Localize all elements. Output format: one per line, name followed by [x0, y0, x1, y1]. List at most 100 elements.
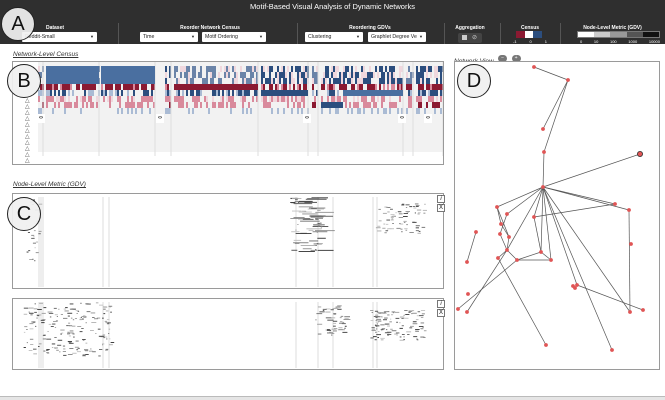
census-scroll-button[interactable]: ‹› — [156, 114, 164, 123]
gdv-cluster-select[interactable]: Clustering ▼ — [305, 32, 363, 42]
heatmap-cell — [325, 78, 327, 84]
gdv-heatmap-2[interactable] — [15, 300, 435, 370]
census-scroll-button[interactable]: ‹› — [398, 114, 406, 123]
gdv-cell — [387, 314, 390, 316]
heatmap-cell — [369, 66, 371, 72]
gdv-cell — [69, 330, 74, 332]
gdv-cell — [320, 226, 323, 228]
graph-node[interactable] — [507, 235, 511, 239]
bottom-scrollbar[interactable] — [0, 396, 665, 400]
heatmap-cell — [202, 78, 204, 84]
graph-node[interactable] — [495, 205, 499, 209]
graph-node[interactable] — [566, 78, 570, 82]
graph-node[interactable] — [456, 307, 460, 311]
census-scroll-button[interactable]: ‹› — [424, 114, 432, 123]
graph-node[interactable] — [505, 248, 509, 252]
heatmap-cell — [333, 72, 335, 78]
graph-node[interactable] — [575, 283, 579, 287]
heatmap-cell — [440, 96, 442, 102]
graph-node[interactable] — [466, 292, 470, 296]
graph-node[interactable] — [498, 232, 502, 236]
gdv-cell — [29, 312, 34, 314]
gdv-cell — [403, 221, 406, 223]
heatmap-cell — [283, 84, 285, 90]
heatmap-cell — [263, 102, 265, 108]
graph-edge — [533, 216, 542, 253]
graph-node[interactable] — [613, 202, 617, 206]
heatmap-cell — [246, 90, 248, 96]
gdv-cell — [420, 336, 425, 338]
graph-node[interactable] — [541, 127, 545, 131]
gdv-cell — [415, 330, 419, 332]
gdv-cell — [63, 317, 68, 319]
heatmap-cell — [389, 66, 391, 72]
census-heatmap[interactable] — [13, 62, 443, 164]
heatmap-cell — [337, 90, 339, 96]
gdv-cell — [317, 209, 321, 211]
heatmap-cell — [277, 72, 279, 78]
close-button[interactable]: X — [437, 204, 445, 212]
graph-node[interactable] — [627, 208, 631, 212]
heatmap-cell — [220, 102, 222, 108]
graph-node[interactable] — [532, 65, 536, 69]
graph-node[interactable] — [474, 230, 478, 234]
gdv-cell — [69, 303, 74, 305]
graph-node[interactable] — [496, 256, 500, 260]
graph-node[interactable] — [641, 308, 645, 312]
gdv-cell — [340, 315, 344, 317]
graph-node[interactable] — [539, 250, 543, 254]
gdv-cell — [82, 339, 86, 340]
graph-node[interactable] — [542, 150, 546, 154]
aggregation-toggle[interactable]: ⊘ — [458, 33, 482, 43]
gdv-cell — [104, 320, 108, 322]
census-scroll-button[interactable]: ‹› — [37, 114, 45, 123]
heatmap-cell — [254, 66, 256, 72]
info-button[interactable]: i — [437, 300, 445, 308]
graph-node[interactable] — [541, 185, 545, 189]
heatmap-cell — [174, 72, 176, 78]
heatmap-cell — [357, 78, 359, 84]
heatmap-cell — [198, 90, 200, 96]
heatmap-cell — [117, 90, 119, 96]
gdv-cell — [371, 327, 375, 329]
graph-node[interactable] — [544, 343, 548, 347]
graph-node[interactable] — [532, 215, 536, 219]
graph-node[interactable] — [629, 242, 633, 246]
heatmap-cell — [303, 102, 305, 108]
graph-node[interactable] — [505, 212, 509, 216]
heatmap-cell — [62, 90, 64, 96]
graph-node[interactable] — [628, 310, 632, 314]
heatmap-cell — [90, 84, 92, 90]
heatmap-cell — [389, 108, 391, 114]
census-scroll-button[interactable]: ‹› — [303, 114, 311, 123]
census-order-select[interactable]: Time ▼ — [140, 32, 198, 42]
gdv-order-select[interactable]: Graphlet Degree Ve ▼ — [368, 32, 426, 42]
heatmap-cell — [222, 96, 224, 102]
graph-node[interactable] — [636, 151, 643, 158]
heatmap-cell — [151, 96, 153, 102]
heatmap-cell — [184, 72, 186, 78]
heatmap-cell — [68, 96, 70, 102]
graph-node[interactable] — [515, 258, 519, 262]
gdv-cell — [86, 311, 91, 313]
info-button[interactable]: i — [437, 195, 445, 203]
motif-order-select[interactable]: Motif Ordering ▼ — [202, 32, 266, 42]
graph-node[interactable] — [571, 284, 575, 288]
graph-node[interactable] — [465, 260, 469, 264]
heatmap-cell — [218, 78, 220, 84]
heatmap-cell — [115, 84, 117, 90]
gdv-cell — [370, 337, 374, 339]
dataset-select[interactable]: Reddit-Small ▼ — [22, 32, 97, 42]
graph-node[interactable] — [465, 310, 469, 314]
gdv-cell — [102, 343, 105, 345]
heatmap-cell — [353, 84, 355, 90]
network-graph[interactable] — [455, 62, 659, 369]
heatmap-cell — [361, 96, 363, 102]
gdv-cell — [331, 333, 335, 334]
gdv-cell — [410, 325, 414, 327]
graph-node[interactable] — [610, 348, 614, 352]
graph-node[interactable] — [549, 258, 553, 262]
close-button[interactable]: X — [437, 309, 445, 317]
gdv-heatmap-1[interactable] — [15, 195, 435, 289]
graph-node[interactable] — [499, 222, 503, 226]
